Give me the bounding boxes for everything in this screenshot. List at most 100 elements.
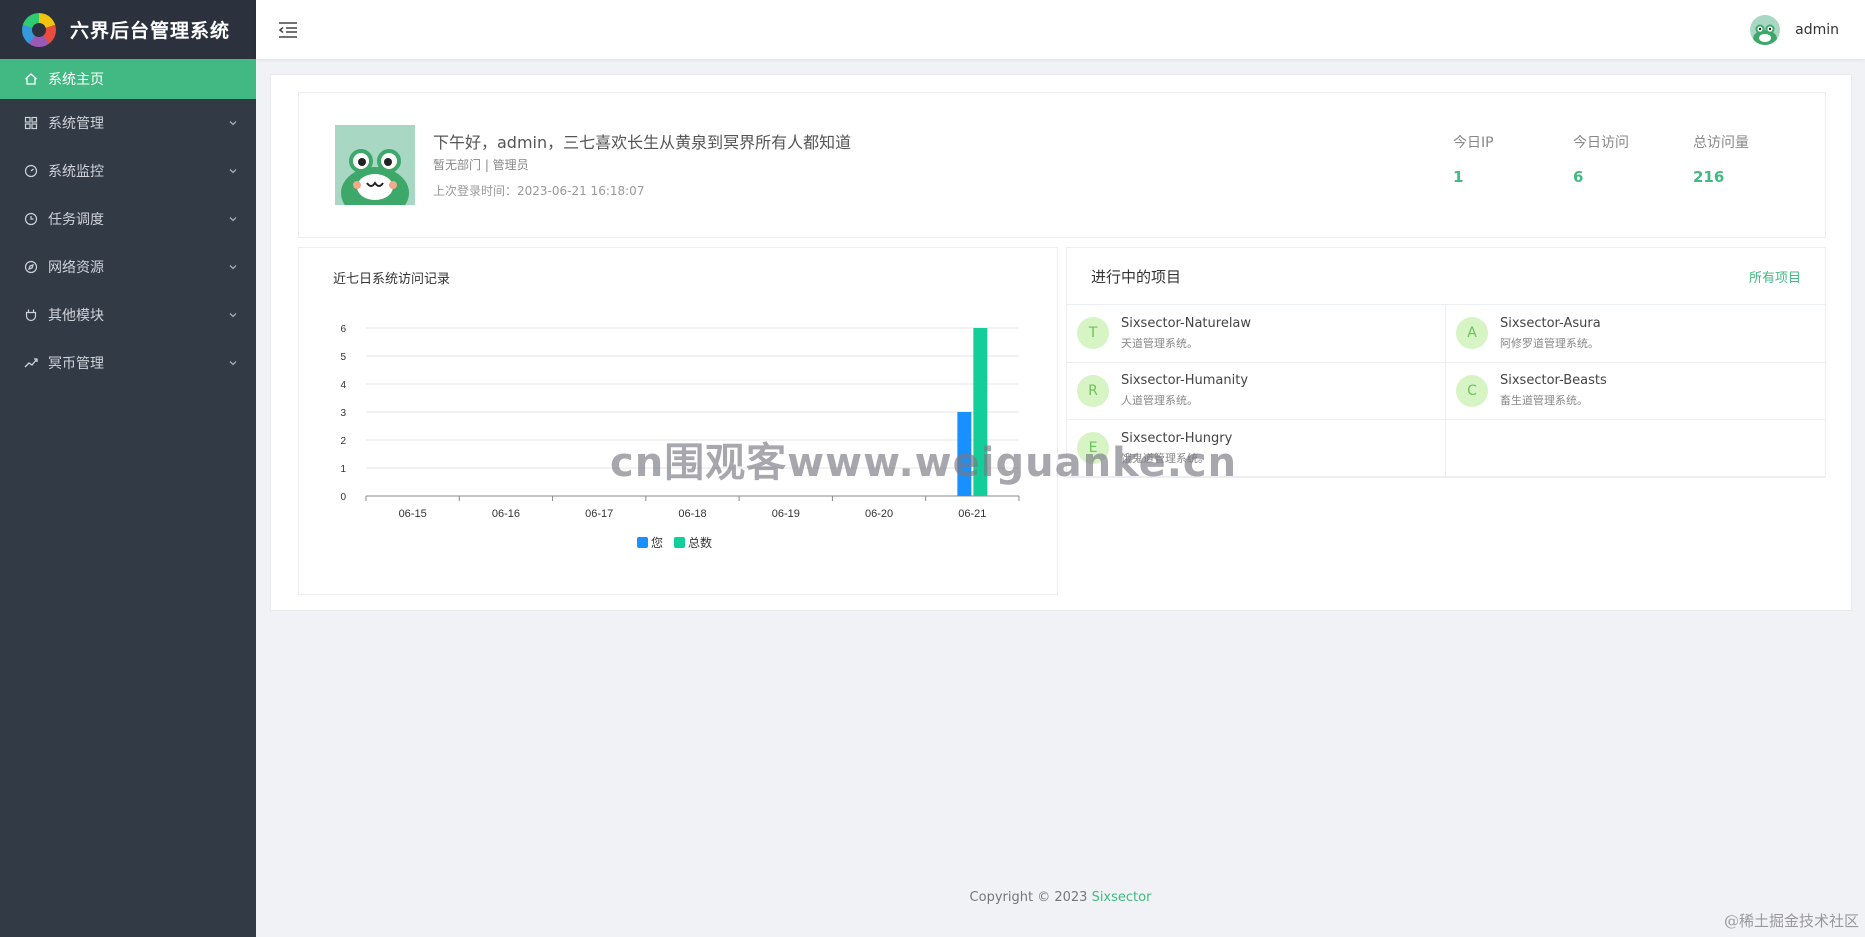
projects-card: 进行中的项目 所有项目 T Sixsector-Naturelaw 天道管理系统。… — [1066, 247, 1826, 478]
project-item[interactable]: T Sixsector-Naturelaw 天道管理系统。 — [1067, 305, 1446, 363]
x-tick-label: 06-17 — [585, 508, 613, 520]
chevron-down-icon — [229, 217, 237, 222]
footer-link[interactable]: Sixsector — [1092, 890, 1152, 905]
username: admin — [1795, 21, 1839, 38]
home-icon — [24, 72, 38, 86]
sidebar-item-label: 系统主页 — [48, 72, 104, 88]
sidebar-item-label: 网络资源 — [48, 260, 104, 276]
stat-today-ip: 今日IP 1 — [1453, 132, 1494, 186]
footer: Copyright © 2023 Sixsector — [256, 890, 1865, 905]
projects-title: 进行中的项目 — [1091, 267, 1182, 286]
stat-label: 总访问量 — [1693, 135, 1749, 151]
project-name: Sixsector-Hungry — [1121, 430, 1233, 446]
stat-label: 今日IP — [1453, 135, 1494, 151]
sidebar-item-other[interactable]: 其他模块 — [0, 291, 256, 339]
y-tick-label: 3 — [340, 408, 346, 419]
projects-grid: T Sixsector-Naturelaw 天道管理系统。 A Sixsector… — [1067, 305, 1825, 478]
x-tick-label: 06-21 — [958, 508, 986, 520]
project-letter-icon: C — [1456, 374, 1488, 407]
x-tick-label: 06-19 — [772, 508, 800, 520]
stat-label: 今日访问 — [1573, 135, 1629, 151]
chevron-down-icon — [229, 313, 237, 318]
bar-you — [957, 412, 972, 496]
all-projects-link[interactable]: 所有项目 — [1749, 267, 1801, 286]
project-name: Sixsector-Beasts — [1500, 373, 1607, 389]
project-desc: 畜生道管理系统。 — [1500, 394, 1588, 408]
y-tick-label: 0 — [340, 492, 346, 503]
project-item[interactable]: R Sixsector-Humanity 人道管理系统。 — [1067, 362, 1446, 420]
legend-swatch — [637, 537, 648, 548]
x-tick-label: 06-15 — [399, 508, 427, 520]
project-empty-cell — [1446, 420, 1825, 478]
main-content: 下午好，admin，三七喜欢长生从黄泉到冥界所有人都知道 暂无部门 | 管理员 … — [270, 74, 1852, 611]
brand-logo-icon — [22, 12, 56, 47]
department-role: 暂无部门 | 管理员 — [433, 158, 529, 172]
y-tick-label: 6 — [340, 324, 346, 335]
y-tick-label: 5 — [340, 352, 346, 363]
sidebar-item-label: 任务调度 — [48, 212, 104, 228]
top-header: admin — [256, 0, 1865, 59]
projects-header: 进行中的项目 所有项目 — [1067, 248, 1825, 305]
chevron-down-icon — [229, 121, 237, 126]
dashboard-icon — [24, 164, 38, 178]
project-name: Sixsector-Humanity — [1121, 373, 1249, 389]
sidebar-item-label: 系统监控 — [48, 164, 104, 180]
project-name: Sixsector-Asura — [1500, 315, 1601, 331]
trend-icon — [24, 356, 38, 370]
y-tick-label: 4 — [340, 380, 346, 391]
sidebar-item-schedule[interactable]: 任务调度 — [0, 195, 256, 243]
sidebar-item-currency[interactable]: 冥币管理 — [0, 339, 256, 387]
brand[interactable]: 六界后台管理系统 — [0, 0, 256, 59]
grid-icon — [24, 116, 38, 130]
visits-bar-chart: 0 1 2 3 4 5 6 06-15 06-16 06-17 06-18 06-19 06-20 06-… — [340, 324, 1020, 550]
project-item[interactable]: A Sixsector-Asura 阿修罗道管理系统。 — [1446, 305, 1825, 363]
stat-value: 6 — [1573, 168, 1584, 186]
legend-label: 您 — [651, 535, 663, 550]
user-menu[interactable]: admin — [1750, 14, 1839, 45]
plug-icon — [24, 308, 38, 322]
sidebar-item-network[interactable]: 网络资源 — [0, 243, 256, 291]
bar-total — [973, 328, 988, 496]
brand-title: 六界后台管理系统 — [70, 20, 231, 42]
project-item[interactable]: C Sixsector-Beasts 畜生道管理系统。 — [1446, 363, 1825, 420]
project-letter-icon: E — [1077, 432, 1109, 465]
project-letter-icon: T — [1077, 317, 1109, 350]
stat-value: 216 — [1693, 168, 1725, 186]
last-login-time: 上次登录时间：2023-06-21 16:18:07 — [433, 184, 645, 198]
project-desc: 阿修罗道管理系统。 — [1500, 336, 1599, 350]
project-desc: 饿鬼道管理系统。 — [1121, 451, 1209, 465]
sidebar-item-label: 系统管理 — [48, 116, 104, 132]
compass-icon — [24, 260, 38, 274]
x-tick-label: 06-16 — [492, 508, 520, 520]
y-tick-label: 1 — [340, 464, 346, 475]
sidebar-item-home[interactable]: 系统主页 — [0, 59, 256, 99]
project-item[interactable]: E Sixsector-Hungry 饿鬼道管理系统。 — [1067, 420, 1446, 478]
chevron-down-icon — [229, 265, 237, 270]
chevron-down-icon — [229, 361, 237, 366]
legend-label: 总数 — [688, 535, 712, 550]
sidebar-item-system[interactable]: 系统管理 — [0, 99, 256, 147]
stat-value: 1 — [1453, 168, 1464, 186]
sidebar-item-label: 其他模块 — [48, 308, 104, 324]
project-name: Sixsector-Naturelaw — [1121, 315, 1252, 331]
sidebar-item-monitor[interactable]: 系统监控 — [0, 147, 256, 195]
copyright-text: Copyright © 2023 — [969, 890, 1088, 905]
stat-total-visits: 总访问量 216 — [1693, 132, 1749, 186]
menu-fold-icon[interactable] — [278, 21, 298, 39]
project-letter-icon: R — [1077, 374, 1109, 407]
project-desc: 人道管理系统。 — [1121, 394, 1198, 408]
sidebar-item-label: 冥币管理 — [48, 356, 104, 372]
corner-watermark: @稀土掘金技术社区 — [1723, 912, 1859, 930]
visits-chart-card: 近七日系统访问记录 0 1 2 3 4 5 6 06-15 06-16 06-17 06-18 06-… — [298, 247, 1058, 595]
legend-swatch — [674, 537, 685, 548]
y-tick-label: 2 — [340, 436, 346, 447]
chevron-down-icon — [229, 169, 237, 174]
user-avatar-large — [335, 125, 415, 205]
avatar — [1750, 14, 1781, 45]
project-letter-icon: A — [1456, 317, 1488, 350]
stat-today-visits: 今日访问 6 — [1573, 132, 1629, 186]
x-tick-label: 06-20 — [865, 508, 893, 520]
welcome-card: 下午好，admin，三七喜欢长生从黄泉到冥界所有人都知道 暂无部门 | 管理员 … — [298, 92, 1826, 238]
greeting-text: 下午好，admin，三七喜欢长生从黄泉到冥界所有人都知道 — [433, 133, 852, 152]
sidebar: 六界后台管理系统 系统主页 系统管理 系统监控 任务调度 网络资源 其他模块 冥… — [0, 0, 256, 937]
